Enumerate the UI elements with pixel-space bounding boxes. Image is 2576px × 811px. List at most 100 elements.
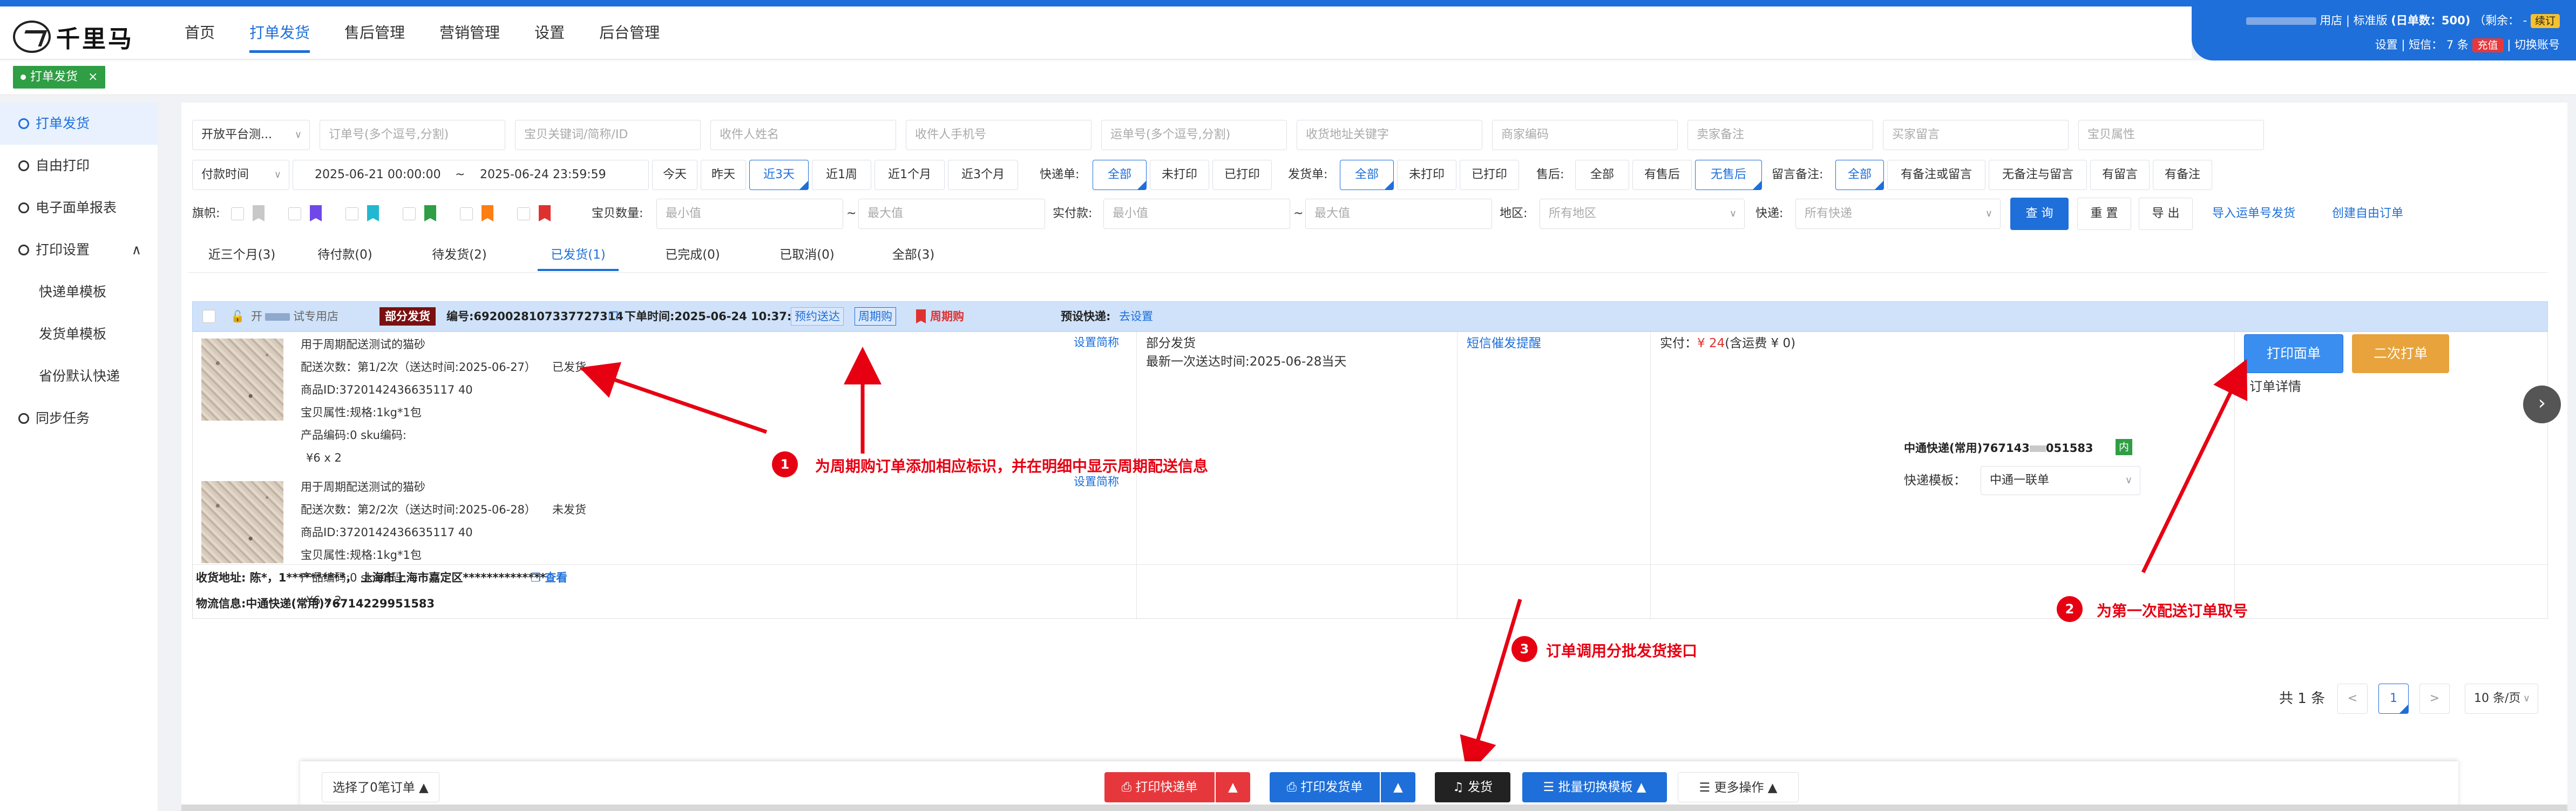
range-1month[interactable]: 近1个月 bbox=[875, 160, 945, 190]
range-3days[interactable]: 近3天 bbox=[749, 160, 809, 190]
reprint-button[interactable]: 二次打单 bbox=[2352, 334, 2449, 373]
range-1week[interactable]: 近1周 bbox=[812, 160, 871, 190]
memo-has-neither[interactable]: 无备注与留言 bbox=[1989, 160, 2087, 190]
buyer-message-input[interactable]: 买家留言 bbox=[1883, 120, 2069, 150]
courier-select[interactable]: 所有快递 ∨ bbox=[1795, 199, 2001, 229]
nav-aftersale[interactable]: 售后管理 bbox=[327, 6, 422, 59]
seller-memo-input[interactable]: 卖家备注 bbox=[1687, 120, 1873, 150]
nav-settings[interactable]: 设置 bbox=[517, 6, 582, 59]
receiver-phone-input[interactable]: 收件人手机号 bbox=[906, 120, 1092, 150]
export-button[interactable]: 导 出 bbox=[2139, 198, 2193, 230]
memo-all[interactable]: 全部 bbox=[1835, 160, 1884, 190]
merchant-code-input[interactable]: 商家编码 bbox=[1492, 120, 1678, 150]
sidebar-item-sync[interactable]: 同步任务 bbox=[0, 397, 158, 440]
ship-button[interactable]: ♫ 发货 bbox=[1435, 772, 1510, 802]
copy-icon[interactable]: ❐ bbox=[608, 308, 619, 325]
switch-account-link[interactable]: 切换账号 bbox=[2514, 38, 2560, 51]
sidebar-item-orders[interactable]: 打单发货 bbox=[0, 103, 158, 145]
recharge-button[interactable]: 充值 bbox=[2472, 38, 2504, 52]
aftersale-all[interactable]: 全部 bbox=[1575, 160, 1629, 190]
print-express-dropdown[interactable]: ▲ bbox=[1216, 772, 1250, 802]
batch-template-button[interactable]: ☰ 批量切换模板 ▲ bbox=[1522, 772, 1667, 802]
tab-all[interactable]: 全部(3) bbox=[881, 239, 946, 271]
query-button[interactable]: 查 询 bbox=[2010, 198, 2069, 230]
horizontal-scrollbar[interactable] bbox=[181, 805, 2567, 811]
flag-checkbox-orange[interactable] bbox=[460, 207, 473, 220]
set-short-name-link[interactable]: 设置简称 bbox=[1074, 334, 1119, 350]
settings-link[interactable]: 设置 bbox=[2375, 38, 2398, 51]
memo-has-message[interactable]: 有留言 bbox=[2090, 160, 2150, 190]
aftersale-has[interactable]: 有售后 bbox=[1632, 160, 1692, 190]
tab-unpaid[interactable]: 待付款(0) bbox=[304, 239, 385, 271]
flag-checkbox-red[interactable] bbox=[517, 207, 530, 220]
print-express-button[interactable]: ⎙ 打印快递单 bbox=[1104, 772, 1215, 802]
region-select[interactable]: 所有地区 ∨ bbox=[1540, 199, 1745, 229]
address-keyword-input[interactable]: 收货地址关键字 bbox=[1297, 120, 1482, 150]
waybill-no-input[interactable]: 运单号(多个逗号,分割) bbox=[1101, 120, 1287, 150]
range-yesterday[interactable]: 昨天 bbox=[701, 160, 746, 190]
close-icon[interactable]: × bbox=[88, 70, 98, 84]
order-checkbox[interactable] bbox=[202, 310, 215, 323]
memo-has-either[interactable]: 有备注或留言 bbox=[1887, 160, 1985, 190]
goods-keyword-input[interactable]: 宝贝关键词/简称/ID bbox=[515, 120, 701, 150]
more-actions-button[interactable]: ☰ 更多操作 ▲ bbox=[1678, 772, 1799, 802]
aftersale-none[interactable]: 无售后 bbox=[1695, 160, 1762, 190]
tab-completed[interactable]: 已完成(0) bbox=[652, 239, 733, 271]
sidebar-item-waybill-report[interactable]: 电子面单报表 bbox=[0, 187, 158, 229]
page-size-select[interactable]: 10 条/页 ∨ bbox=[2465, 684, 2538, 714]
flag-checkbox-cyan[interactable] bbox=[345, 207, 358, 220]
sidebar-item-express-template[interactable]: 快递单模板 bbox=[0, 271, 158, 313]
range-3months[interactable]: 近3个月 bbox=[948, 160, 1018, 190]
memo-has-remark[interactable]: 有备注 bbox=[2153, 160, 2212, 190]
qty-max-input[interactable]: 最大值 bbox=[858, 199, 1045, 229]
qty-min-input[interactable]: 最小值 bbox=[656, 199, 843, 229]
ship-all[interactable]: 全部 bbox=[1340, 160, 1394, 190]
order-detail-link[interactable]: 订单详情 bbox=[2249, 379, 2301, 395]
flag-checkbox-green[interactable] bbox=[403, 207, 416, 220]
platform-select[interactable]: 开放平台测... ∨ bbox=[192, 120, 310, 150]
preset-express-link[interactable]: 去设置 bbox=[1119, 308, 1153, 325]
renew-button[interactable]: 续订 bbox=[2530, 14, 2560, 28]
flag-checkbox-gray[interactable] bbox=[231, 207, 244, 220]
prev-page-button[interactable]: < bbox=[2337, 684, 2368, 714]
goods-attr-input[interactable]: 宝贝属性 bbox=[2078, 120, 2264, 150]
page-1-button[interactable]: 1 bbox=[2378, 684, 2409, 714]
sidebar-item-free-print[interactable]: 自由打印 bbox=[0, 145, 158, 187]
sidebar-item-print-settings[interactable]: 打印设置 ∧ bbox=[0, 229, 158, 271]
tab-tag-orders[interactable]: 打单发货 × bbox=[13, 66, 106, 89]
sidebar-item-province-express[interactable]: 省份默认快递 bbox=[0, 355, 158, 397]
create-free-order-link[interactable]: 创建自由订单 bbox=[2332, 199, 2403, 229]
chevron-right-icon[interactable]: › bbox=[2523, 386, 2561, 423]
paid-max-input[interactable]: 最大值 bbox=[1305, 199, 1492, 229]
reset-button[interactable]: 重 置 bbox=[2077, 198, 2131, 230]
date-range-picker[interactable]: 2025-06-21 00:00:00 ~ 2025-06-24 23:59:5… bbox=[293, 160, 649, 190]
selected-orders-dropdown[interactable]: 选择了0笔订单 ▲ bbox=[322, 772, 439, 802]
tab-to-ship[interactable]: 待发货(2) bbox=[419, 239, 500, 271]
sidebar-item-ship-template[interactable]: 发货单模板 bbox=[0, 313, 158, 355]
express-all[interactable]: 全部 bbox=[1093, 160, 1147, 190]
tab-last3months[interactable]: 近三个月(3) bbox=[192, 239, 292, 271]
logo[interactable]: 千里马 bbox=[13, 21, 134, 53]
tab-cancelled[interactable]: 已取消(0) bbox=[767, 239, 848, 271]
ship-unprinted[interactable]: 未打印 bbox=[1397, 160, 1456, 190]
express-printed[interactable]: 已打印 bbox=[1212, 160, 1272, 190]
paid-min-input[interactable]: 最小值 bbox=[1103, 199, 1290, 229]
flag-checkbox-purple[interactable] bbox=[288, 207, 301, 220]
tab-shipped[interactable]: 已发货(1) bbox=[538, 239, 619, 271]
nav-admin[interactable]: 后台管理 bbox=[582, 6, 677, 59]
nav-orders[interactable]: 打单发货 bbox=[232, 6, 327, 59]
product-thumbnail[interactable] bbox=[201, 481, 283, 563]
receiver-name-input[interactable]: 收件人姓名 bbox=[710, 120, 896, 150]
ship-printed[interactable]: 已打印 bbox=[1460, 160, 1519, 190]
order-no-input[interactable]: 订单号(多个逗号,分割) bbox=[320, 120, 505, 150]
range-today[interactable]: 今天 bbox=[652, 160, 697, 190]
nav-marketing[interactable]: 营销管理 bbox=[422, 6, 517, 59]
sms-remind-link[interactable]: 短信催发提醒 bbox=[1467, 335, 1541, 352]
template-select[interactable]: 中通一联单 ∨ bbox=[1981, 466, 2140, 495]
time-type-select[interactable]: 付款时间 ∨ bbox=[192, 160, 289, 190]
print-ship-button[interactable]: ⎙ 打印发货单 bbox=[1270, 772, 1380, 802]
import-waybill-link[interactable]: 导入运单号发货 bbox=[2212, 199, 2295, 229]
print-ship-dropdown[interactable]: ▲ bbox=[1381, 772, 1415, 802]
print-waybill-button[interactable]: 打印面单 bbox=[2244, 334, 2343, 373]
next-page-button[interactable]: > bbox=[2419, 684, 2450, 714]
